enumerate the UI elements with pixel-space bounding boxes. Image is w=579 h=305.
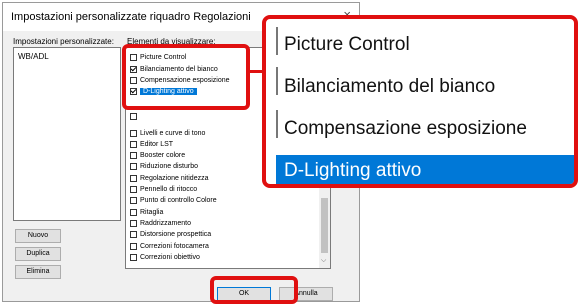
element-label: Riduzione disturbo [140, 163, 198, 170]
dialog-title: Impostazioni personalizzate riquadro Reg… [11, 11, 251, 23]
element-checkbox-row[interactable]: Booster colore [130, 150, 185, 161]
element-checkbox-row[interactable] [130, 111, 140, 122]
element-checkbox-row[interactable]: Raddrizzamento [130, 218, 191, 229]
element-checkbox-row[interactable]: Punto di controllo Colore [130, 195, 217, 206]
element-checkbox-row[interactable]: Livelli e curve di tono [130, 128, 205, 139]
checkbox[interactable] [130, 130, 137, 137]
zoom-callout: Picture Control Bilanciamento del bianco… [262, 15, 578, 188]
zoom-row-active-d-lighting: D-Lighting attivo [284, 160, 422, 181]
checkbox[interactable] [130, 113, 137, 120]
element-label: Regolazione nitidezza [140, 175, 209, 182]
duplicate-button[interactable]: Duplica [15, 247, 61, 261]
checkbox[interactable] [130, 209, 137, 216]
checkbox[interactable] [130, 163, 137, 170]
element-checkbox-row[interactable]: Correzioni obiettivo [130, 252, 200, 263]
element-label: Ritaglia [140, 209, 164, 216]
zoom-separator [276, 27, 278, 55]
element-checkbox-row[interactable]: Correzioni fotocamera [130, 241, 209, 252]
checkbox[interactable] [130, 197, 137, 204]
checkbox[interactable] [130, 231, 137, 238]
element-label: Pennello di ritocco [140, 186, 198, 193]
element-label: Editor LST [140, 141, 174, 148]
checkbox[interactable] [130, 175, 137, 182]
checkbox[interactable] [130, 220, 137, 227]
checkbox[interactable] [130, 152, 137, 159]
element-checkbox-row[interactable]: Regolazione nitidezza [130, 173, 209, 184]
delete-button[interactable]: Elimina [15, 265, 61, 279]
element-checkbox-row[interactable]: Riduzione disturbo [130, 161, 198, 172]
element-checkbox-row[interactable]: Pennello di ritocco [130, 184, 197, 195]
checkbox[interactable] [130, 243, 137, 250]
element-label: Distorsione prospettica [140, 231, 212, 238]
zoom-separator [276, 67, 278, 95]
scroll-thumb[interactable] [321, 198, 328, 253]
element-label: Correzioni fotocamera [140, 243, 209, 250]
element-label: Raddrizzamento [140, 220, 191, 227]
custom-settings-list[interactable]: WB/ADL [13, 47, 121, 221]
element-checkbox-row[interactable]: Ritaglia [130, 207, 163, 218]
element-checkbox-row[interactable]: Editor LST [130, 139, 173, 150]
custom-settings-label: Impostazioni personalizzate: [13, 37, 114, 46]
checkbox[interactable] [130, 186, 137, 193]
checkbox[interactable] [130, 254, 137, 261]
checkbox[interactable] [130, 141, 137, 148]
highlight-box-ok [210, 276, 298, 304]
element-label: Correzioni obiettivo [140, 254, 200, 261]
new-button[interactable]: Nuovo [15, 229, 61, 243]
list-item[interactable]: WB/ADL [18, 52, 49, 61]
element-label: Livelli e curve di tono [140, 130, 206, 137]
zoom-row-picture-control: Picture Control [284, 34, 410, 55]
element-checkbox-row[interactable]: Distorsione prospettica [130, 229, 211, 240]
element-label: Punto di controllo Colore [140, 197, 217, 204]
zoom-row-exposure-compensation: Compensazione esposizione [284, 118, 527, 139]
zoom-separator [276, 110, 278, 138]
highlight-box-elements [122, 44, 250, 110]
scroll-down-icon[interactable]: ⌵ [321, 257, 326, 265]
zoom-row-white-balance: Bilanciamento del bianco [284, 76, 496, 97]
element-label: Booster colore [140, 152, 186, 159]
